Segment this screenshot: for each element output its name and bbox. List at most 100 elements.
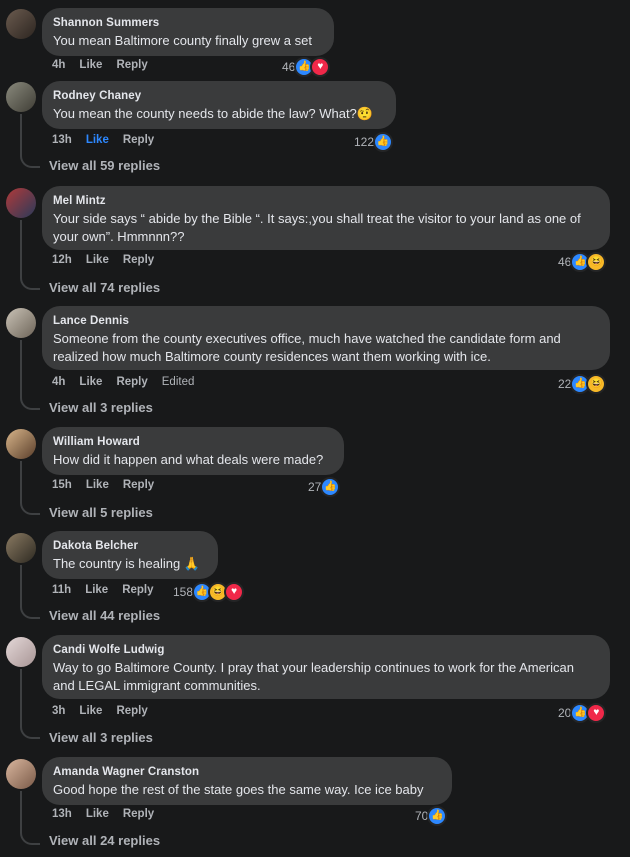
comment-time[interactable]: 3h bbox=[52, 705, 65, 717]
reaction-count: 46 bbox=[558, 255, 572, 269]
view-replies-link[interactable]: View all 74 replies bbox=[49, 280, 160, 295]
comment-text: Your side says “ abide by the Bible “. I… bbox=[53, 211, 581, 244]
comment-time[interactable]: 4h bbox=[52, 376, 65, 388]
reaction-count: 27 bbox=[308, 480, 322, 494]
reply-thread-line bbox=[20, 461, 40, 515]
reply-button[interactable]: Reply bbox=[123, 808, 154, 820]
view-replies-link[interactable]: View all 5 replies bbox=[49, 505, 153, 520]
edited-label: Edited bbox=[161, 376, 195, 388]
comment-author[interactable]: Rodney Chaney bbox=[53, 89, 384, 103]
reaction-summary[interactable]: 20 👍 ♥ bbox=[558, 703, 607, 723]
avatar[interactable] bbox=[6, 429, 36, 459]
haha-reaction-icon: 😆 bbox=[586, 252, 607, 272]
reaction-count: 22 bbox=[558, 377, 572, 391]
like-button[interactable]: Like bbox=[86, 479, 109, 491]
avatar[interactable] bbox=[6, 637, 36, 667]
comment-bubble: Rodney Chaney You mean the county needs … bbox=[42, 81, 396, 129]
reply-thread-line bbox=[20, 791, 40, 845]
view-replies-link[interactable]: View all 3 replies bbox=[49, 400, 153, 415]
reaction-count: 20 bbox=[558, 706, 572, 720]
reaction-count: 46 bbox=[282, 60, 296, 74]
view-replies-link[interactable]: View all 59 replies bbox=[49, 158, 160, 173]
comment-text: The country is healing 🙏 bbox=[53, 556, 200, 571]
like-reaction-icon: 👍 bbox=[320, 477, 341, 497]
reply-thread-line bbox=[20, 220, 40, 290]
love-reaction-icon: ♥ bbox=[224, 582, 245, 602]
comment-time[interactable]: 15h bbox=[52, 479, 72, 491]
reaction-count: 158 bbox=[173, 585, 194, 599]
comment-author[interactable]: Amanda Wagner Cranston bbox=[53, 765, 440, 779]
reaction-summary[interactable]: 27 👍 bbox=[308, 477, 341, 497]
avatar[interactable] bbox=[6, 82, 36, 112]
comment-bubble: Candi Wolfe Ludwig Way to go Baltimore C… bbox=[42, 635, 610, 699]
like-button[interactable]: Like bbox=[86, 134, 109, 146]
comment-time[interactable]: 11h bbox=[52, 584, 71, 596]
comment-bubble: Mel Mintz Your side says “ abide by the … bbox=[42, 186, 610, 250]
reply-thread-line bbox=[20, 669, 40, 739]
comment-text: You mean the county needs to abide the l… bbox=[53, 106, 373, 121]
like-button[interactable]: Like bbox=[85, 584, 108, 596]
reaction-summary[interactable]: 46 👍 ♥ bbox=[282, 57, 331, 77]
reply-thread-line bbox=[20, 114, 40, 168]
comment-text: How did it happen and what deals were ma… bbox=[53, 452, 324, 467]
reaction-summary[interactable]: 158 👍 😆 ♥ bbox=[173, 582, 245, 602]
comment-actions: 4h Like Reply Edited bbox=[52, 376, 194, 388]
comment-author[interactable]: Shannon Summers bbox=[53, 16, 322, 30]
reply-button[interactable]: Reply bbox=[116, 705, 147, 717]
reply-thread-line bbox=[20, 340, 40, 410]
like-button[interactable]: Like bbox=[79, 705, 102, 717]
comment-time[interactable]: 13h bbox=[52, 808, 72, 820]
love-reaction-icon: ♥ bbox=[586, 703, 607, 723]
like-button[interactable]: Like bbox=[79, 59, 102, 71]
comment-time[interactable]: 4h bbox=[52, 59, 65, 71]
comment-actions: 11h Like Reply bbox=[52, 584, 154, 596]
view-replies-link[interactable]: View all 44 replies bbox=[49, 608, 160, 623]
comment-bubble: Amanda Wagner Cranston Good hope the res… bbox=[42, 757, 452, 805]
like-button[interactable]: Like bbox=[86, 254, 109, 266]
reaction-count: 122 bbox=[354, 135, 375, 149]
reply-button[interactable]: Reply bbox=[123, 254, 154, 266]
comment-time[interactable]: 12h bbox=[52, 254, 72, 266]
reaction-summary[interactable]: 22 👍 😆 bbox=[558, 374, 607, 394]
avatar[interactable] bbox=[6, 308, 36, 338]
love-reaction-icon: ♥ bbox=[310, 57, 331, 77]
comment-author[interactable]: Mel Mintz bbox=[53, 194, 598, 208]
avatar[interactable] bbox=[6, 188, 36, 218]
comment-author[interactable]: Lance Dennis bbox=[53, 314, 598, 328]
comment-actions: 15h Like Reply bbox=[52, 479, 154, 491]
comment-text: Way to go Baltimore County. I pray that … bbox=[53, 660, 574, 693]
avatar[interactable] bbox=[6, 759, 36, 789]
comment-author[interactable]: Dakota Belcher bbox=[53, 539, 206, 553]
reaction-summary[interactable]: 70 👍 bbox=[415, 806, 448, 826]
comment-bubble: Dakota Belcher The country is healing 🙏 bbox=[42, 531, 218, 579]
reply-button[interactable]: Reply bbox=[123, 134, 154, 146]
view-replies-link[interactable]: View all 3 replies bbox=[49, 730, 153, 745]
comment-time[interactable]: 13h bbox=[52, 134, 72, 146]
reply-button[interactable]: Reply bbox=[116, 376, 147, 388]
comment-actions: 13h Like Reply bbox=[52, 134, 154, 146]
reply-button[interactable]: Reply bbox=[122, 584, 153, 596]
comment-bubble: Lance Dennis Someone from the county exe… bbox=[42, 306, 610, 370]
reply-button[interactable]: Reply bbox=[123, 479, 154, 491]
thinking-emoji-icon: 🤨 bbox=[356, 106, 373, 121]
comment-author[interactable]: Candi Wolfe Ludwig bbox=[53, 643, 598, 657]
like-reaction-icon: 👍 bbox=[373, 132, 394, 152]
reaction-count: 70 bbox=[415, 809, 429, 823]
like-button[interactable]: Like bbox=[86, 808, 109, 820]
avatar[interactable] bbox=[6, 9, 36, 39]
comment-text: You mean Baltimore county finally grew a… bbox=[53, 33, 312, 48]
comment-text: Someone from the county executives offic… bbox=[53, 331, 561, 364]
haha-reaction-icon: 😆 bbox=[586, 374, 607, 394]
reaction-summary[interactable]: 122 👍 bbox=[354, 132, 394, 152]
view-replies-link[interactable]: View all 24 replies bbox=[49, 833, 160, 848]
comment-actions: 3h Like Reply bbox=[52, 705, 148, 717]
reaction-summary[interactable]: 46 👍 😆 bbox=[558, 252, 607, 272]
avatar[interactable] bbox=[6, 533, 36, 563]
comment-bubble: William Howard How did it happen and wha… bbox=[42, 427, 344, 475]
reply-thread-line bbox=[20, 565, 40, 619]
comment-author[interactable]: William Howard bbox=[53, 435, 332, 449]
like-reaction-icon: 👍 bbox=[427, 806, 448, 826]
comment-text: Good hope the rest of the state goes the… bbox=[53, 782, 424, 797]
like-button[interactable]: Like bbox=[79, 376, 102, 388]
reply-button[interactable]: Reply bbox=[116, 59, 147, 71]
